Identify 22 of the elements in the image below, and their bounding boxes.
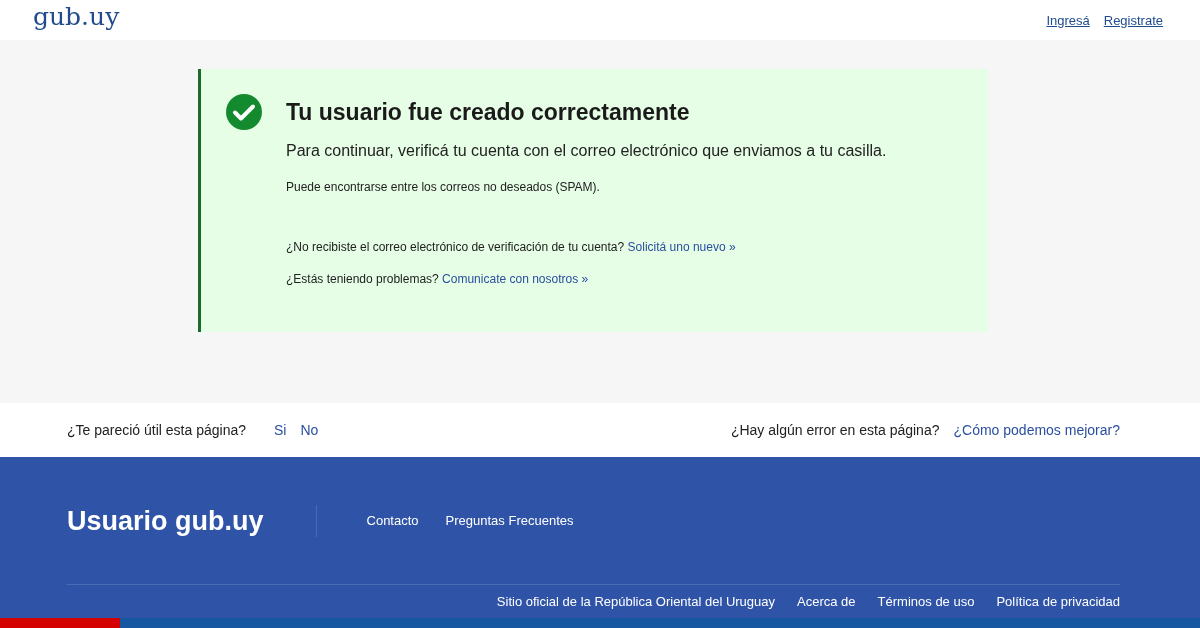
feedback-question: ¿Te pareció útil esta página? — [67, 422, 246, 438]
header-link[interactable]: Ingresá — [1046, 12, 1090, 28]
message-text: Para continuar, verificá tu cuenta con el correo electrónico que enviamos a tu casilla. — [286, 142, 887, 160]
feedback-answer-link[interactable]: No — [300, 422, 319, 438]
footer-bottom-link[interactable]: Política de privacidad — [996, 594, 1120, 609]
help-link[interactable]: Solicitá uno nuevo » — [627, 240, 736, 254]
error-question: ¿Hay algún error en esta página? — [730, 422, 940, 438]
footer-link[interactable]: Contacto — [366, 513, 419, 528]
header-link[interactable]: Registrate — [1103, 12, 1163, 28]
feedback-answer-link[interactable]: Si — [274, 422, 287, 438]
help-link[interactable]: Comunicate con nosotros » — [442, 272, 589, 286]
improve-link[interactable]: ¿Cómo podemos mejorar? — [953, 422, 1120, 438]
footer-bottom-link[interactable]: Sitio oficial de la República Oriental del Uruguay — [496, 594, 776, 609]
spam-note: Puede encontrarse entre los correos no deseados (SPAM). — [286, 180, 601, 194]
help-text: ¿No recibiste el correo electrónico de verificación de tu cuenta? Solicitá uno nuevo » — [286, 239, 737, 255]
footer-title: Usuario gub.uy — [67, 504, 317, 537]
footer-bottom-link[interactable]: Acerca de — [797, 594, 856, 609]
help-text: ¿Estás teniendo problemas? Comunicate con nosotros » — [286, 271, 590, 287]
site-logo[interactable]: gub.uy — [33, 1, 120, 31]
message-title: Tu usuario fue creado correctamente — [286, 98, 691, 126]
footer-bottom-link[interactable]: Términos de uso — [877, 594, 975, 609]
footer-link[interactable]: Preguntas Frecuentes — [445, 513, 574, 528]
